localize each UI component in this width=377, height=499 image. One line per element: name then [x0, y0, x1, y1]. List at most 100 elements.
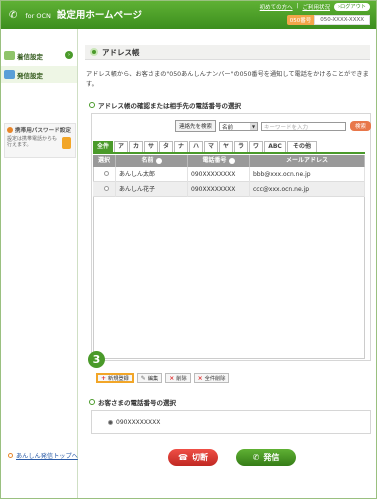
phone-icon: ✆ — [9, 10, 18, 21]
step-number-badge: 3 — [88, 351, 105, 368]
tab-ka[interactable]: カ — [129, 141, 143, 152]
logout-button[interactable]: ›ログアウト — [333, 3, 370, 11]
sort-icon — [228, 158, 235, 164]
caller-number-panel: 090XXXXXXXX — [91, 410, 371, 434]
number-value: 050-XXXX-XXXX — [314, 15, 370, 25]
section-bullet-icon — [90, 48, 98, 56]
new-entry-button[interactable]: + 新規登録 — [96, 373, 134, 383]
first-time-link[interactable]: 初めての方へ — [260, 3, 293, 11]
page-title: 設定用ホームページ — [56, 10, 142, 21]
row-name: あんしん花子 — [116, 181, 188, 197]
edit-button[interactable]: ✎ 編集 — [136, 373, 163, 383]
row-select[interactable] — [93, 181, 116, 197]
password-box-title-row: 携帯用パスワード設定 — [7, 126, 73, 134]
tab-sa[interactable]: サ — [144, 141, 158, 152]
caller-subtitle: お客さまの電話番号の選択 — [89, 397, 176, 407]
table-row[interactable]: あんしん花子 090XXXXXXXX ccc@xxx.ocn.ne.jp — [93, 181, 365, 197]
tab-a[interactable]: ア — [114, 141, 128, 152]
tab-ta[interactable]: タ — [159, 141, 173, 152]
col-phone-label: 電話番号 — [202, 157, 227, 164]
row-name: あんしん太郎 — [116, 166, 188, 182]
col-email: メールアドレス — [250, 155, 365, 167]
bullet-icon — [7, 127, 13, 133]
number-label: 050番号 — [286, 15, 315, 25]
password-box-desc: 設定は携帯電話からも行えます。 — [7, 136, 58, 148]
search-row: 連絡先を検索 名前 ▼ キーワードを入力 検索 — [175, 120, 372, 132]
section-title: アドレス帳 — [102, 47, 140, 57]
section-title-bar: アドレス帳 — [85, 45, 370, 60]
x-icon: × — [169, 374, 175, 382]
sidebar-item-label: 発信設定 — [17, 71, 43, 80]
tab-ma[interactable]: マ — [204, 141, 218, 152]
col-name-label: 名前 — [141, 157, 154, 164]
password-box-title: 携帯用パスワード設定 — [15, 128, 71, 134]
pencil-icon: ✎ — [140, 374, 146, 382]
delete-button[interactable]: × 削除 — [165, 373, 191, 383]
tab-ha[interactable]: ハ — [189, 141, 203, 152]
app-logo: ✆ 050あんしんナンバー for OCN 設定用ホームページ — [9, 7, 196, 51]
password-settings-box[interactable]: 携帯用パスワード設定 設定は携帯電話からも行えます。 — [4, 123, 76, 158]
sort-icon — [155, 158, 162, 164]
tab-abc[interactable]: ABC — [264, 141, 286, 152]
sidebar-item-incoming[interactable]: 着信設定 › — [1, 47, 77, 64]
radio-button[interactable] — [104, 185, 109, 191]
hangup-button[interactable]: ☎ 切断 — [168, 449, 218, 466]
search-field-select[interactable]: 名前 ▼ — [219, 121, 259, 131]
number-display: 050番号 050-XXXX-XXXX — [286, 15, 370, 25]
delete-all-button[interactable]: × 全件削除 — [193, 373, 230, 383]
hangup-icon: ☎ — [178, 453, 188, 462]
tab-other[interactable]: その他 — [287, 141, 317, 152]
caller-subtitle-text: お客さまの電話番号の選択 — [98, 399, 176, 407]
incoming-icon — [4, 51, 15, 60]
table-header: 選択 名前 電話番号 メールアドレス — [93, 155, 365, 167]
sidebar: 着信設定 › 発信設定 携帯用パスワード設定 設定は携帯電話からも行えます。 — [1, 29, 78, 498]
select-value: 名前 — [222, 124, 234, 131]
chevron-right-icon: › — [65, 51, 73, 59]
radio-button-selected[interactable] — [108, 419, 113, 425]
caller-number: 090XXXXXXXX — [116, 418, 161, 426]
sidebar-item-outgoing[interactable]: 発信設定 — [1, 66, 77, 83]
logout-label: ログアウト — [340, 4, 366, 10]
sidebar-item-label: 着信設定 — [17, 52, 43, 61]
col-phone[interactable]: 電話番号 — [188, 155, 250, 167]
chevron-down-icon: ▼ — [250, 122, 258, 130]
row-select[interactable] — [93, 166, 116, 182]
keyword-input[interactable]: キーワードを入力 — [261, 121, 347, 131]
col-name[interactable]: 名前 — [116, 155, 188, 167]
tab-ra[interactable]: ラ — [234, 141, 248, 152]
tab-all[interactable]: 全件 — [93, 141, 113, 152]
tab-na[interactable]: ナ — [174, 141, 188, 152]
search-label: 連絡先を検索 — [175, 120, 217, 132]
brand-suffix: for OCN — [25, 12, 51, 20]
address-subtitle-text: アドレス帳の確認または相手先の電話番号の選択 — [98, 102, 241, 110]
delete-label: 削除 — [176, 375, 187, 382]
separator: | — [296, 3, 299, 9]
address-table: 選択 名前 電話番号 メールアドレス あんしん太郎 090XXXXXXXX bb… — [93, 155, 365, 197]
search-button[interactable]: 検索 — [350, 121, 372, 131]
new-entry-label: 新規登録 — [108, 375, 129, 382]
usage-status-link[interactable]: ご利用状況 — [302, 3, 330, 11]
row-phone: 090XXXXXXXX — [188, 166, 250, 182]
table-actions: + 新規登録 ✎ 編集 × 削除 × 全件削除 — [96, 373, 230, 383]
x-icon: × — [197, 374, 203, 382]
header-links: 初めての方へ | ご利用状況 ›ログアウト — [260, 3, 370, 11]
table-row[interactable]: あんしん太郎 090XXXXXXXX bbb@xxx.ocn.ne.jp — [93, 166, 365, 182]
row-email: bbb@xxx.ocn.ne.jp — [250, 166, 365, 182]
circle-bullet-icon — [8, 453, 13, 458]
address-subtitle: アドレス帳の確認または相手先の電話番号の選択 — [89, 100, 241, 110]
call-label: 発信 — [263, 453, 280, 462]
back-to-top-label: あんしん発信トップへ — [16, 453, 78, 460]
outgoing-icon — [4, 70, 15, 79]
tab-ya[interactable]: ヤ — [219, 141, 233, 152]
hangup-label: 切断 — [191, 453, 208, 462]
phone-icon: ✆ — [252, 453, 260, 462]
row-phone: 090XXXXXXXX — [188, 181, 250, 197]
radio-button[interactable] — [104, 170, 109, 176]
tab-wa[interactable]: ワ — [249, 141, 263, 152]
call-button[interactable]: ✆ 発信 — [236, 449, 296, 466]
back-to-top-link[interactable]: あんしん発信トップへ — [8, 451, 78, 460]
index-tabs: 全件 ア カ サ タ ナ ハ マ ヤ ラ ワ ABC その他 — [93, 141, 318, 152]
col-select: 選択 — [93, 155, 116, 167]
circle-bullet-icon — [89, 399, 95, 405]
header: ✆ 050あんしんナンバー for OCN 設定用ホームページ 初めての方へ |… — [1, 1, 376, 51]
